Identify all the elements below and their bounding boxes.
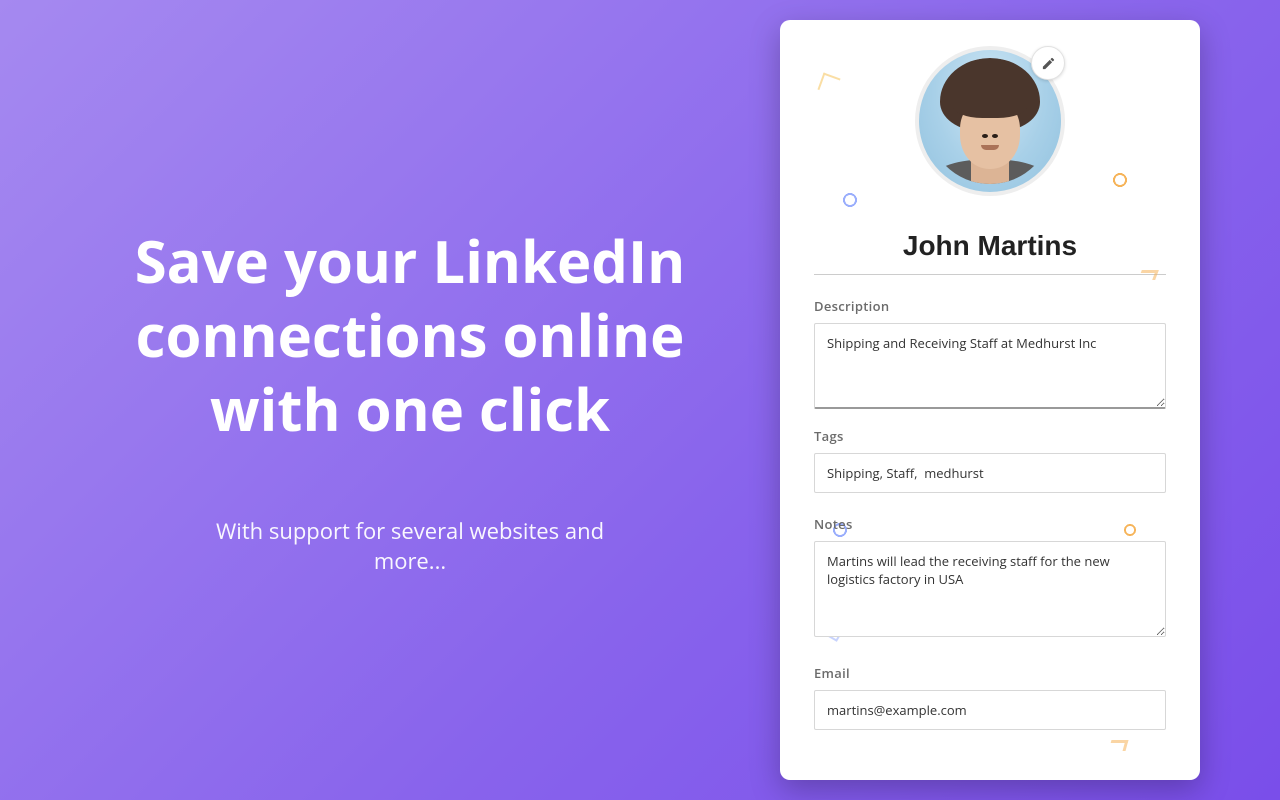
confetti-decoration bbox=[1110, 740, 1128, 758]
description-label: Description bbox=[814, 297, 1166, 315]
headline: Save your LinkedIn connections online wi… bbox=[100, 224, 720, 447]
edit-avatar-button[interactable] bbox=[1031, 46, 1065, 80]
avatar-image bbox=[927, 58, 1053, 184]
contact-name-input[interactable] bbox=[814, 224, 1166, 275]
description-textarea[interactable] bbox=[814, 323, 1166, 409]
confetti-decoration bbox=[1140, 270, 1154, 284]
email-label: Email bbox=[814, 664, 1166, 682]
email-field: Email bbox=[814, 664, 1166, 730]
confetti-decoration bbox=[817, 72, 840, 95]
description-field: Description bbox=[814, 297, 1166, 405]
subheadline: With support for several websites and mo… bbox=[200, 516, 620, 576]
contact-card-panel: Description Tags Notes Email bbox=[780, 20, 1200, 780]
email-input[interactable] bbox=[814, 690, 1166, 730]
avatar bbox=[915, 46, 1065, 196]
notes-label: Notes bbox=[814, 515, 1166, 533]
marketing-column: Save your LinkedIn connections online wi… bbox=[0, 224, 780, 577]
notes-field: Notes bbox=[814, 515, 1166, 642]
pencil-icon bbox=[1041, 56, 1056, 71]
tags-input[interactable] bbox=[814, 453, 1166, 493]
notes-textarea[interactable] bbox=[814, 541, 1166, 637]
tags-label: Tags bbox=[814, 427, 1166, 445]
tags-field: Tags bbox=[814, 427, 1166, 493]
